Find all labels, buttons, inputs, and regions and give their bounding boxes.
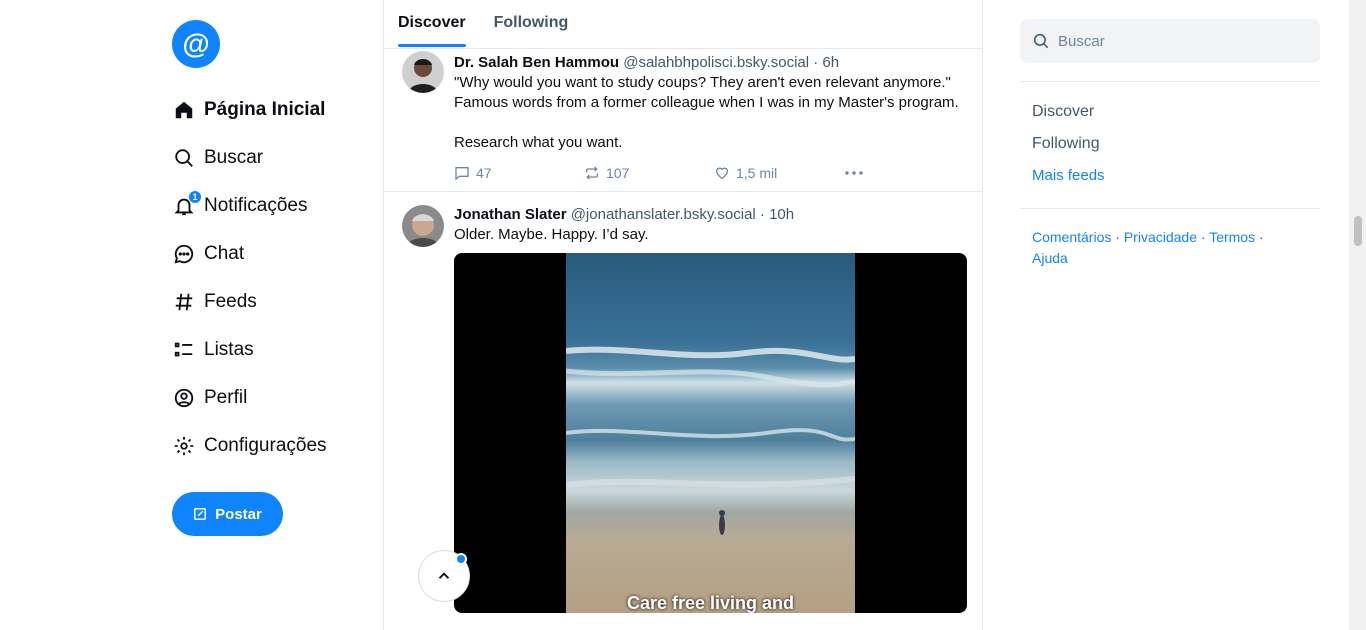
nav-item-search[interactable]: Buscar bbox=[172, 134, 372, 182]
post-button[interactable]: Postar bbox=[172, 492, 283, 536]
footer-separator: · bbox=[1258, 229, 1264, 245]
nav-label-notifications: Notificações bbox=[204, 195, 308, 216]
reply-count: 47 bbox=[476, 165, 492, 181]
home-icon bbox=[172, 98, 196, 122]
video-player[interactable]: Care free living and bbox=[454, 253, 967, 613]
nav-label-feeds: Feeds bbox=[204, 291, 257, 312]
right-sidebar: Discover Following Mais feeds Comentário… bbox=[1020, 19, 1320, 287]
nav-list: Página Inicial Buscar 1 Notificações Cha… bbox=[172, 86, 372, 470]
repost-icon bbox=[586, 166, 598, 180]
bell-icon: 1 bbox=[172, 190, 202, 218]
gear-icon bbox=[172, 434, 196, 458]
post-button-label: Postar bbox=[215, 505, 262, 523]
author-name[interactable]: Dr. Salah Ben Hammou bbox=[454, 54, 619, 71]
avatar[interactable] bbox=[402, 51, 444, 93]
footer-links: Comentários · Privacidade · Termos · Aju… bbox=[1020, 209, 1320, 287]
nav-label-settings: Configurações bbox=[204, 435, 327, 456]
reply-button[interactable]: 47 bbox=[454, 165, 584, 181]
search-icon bbox=[1033, 33, 1049, 49]
more-options-button[interactable] bbox=[844, 165, 870, 181]
feed-links: Discover Following Mais feeds bbox=[1020, 82, 1320, 192]
like-count: 1,5 mil bbox=[736, 165, 778, 181]
ellipsis-icon bbox=[845, 171, 863, 175]
nav-item-chat[interactable]: Chat bbox=[172, 230, 372, 278]
hash-icon bbox=[172, 290, 196, 314]
post-header: Jonathan Slater @jonathanslater.bsky.soc… bbox=[454, 205, 966, 225]
post-header: Dr. Salah Ben Hammou @salahbhpolisci.bsk… bbox=[454, 53, 966, 73]
more-feeds-link[interactable]: Mais feeds bbox=[1032, 160, 1308, 192]
scrollbar-thumb[interactable] bbox=[1354, 216, 1362, 246]
author-name[interactable]: Jonathan Slater bbox=[454, 206, 567, 223]
video-caption: Care free living and bbox=[626, 593, 795, 613]
video-frame bbox=[566, 253, 855, 613]
compose-icon bbox=[194, 508, 207, 520]
nav-item-home[interactable]: Página Inicial bbox=[172, 86, 372, 134]
author-handle[interactable]: @jonathanslater.bsky.social bbox=[571, 206, 756, 223]
heart-icon bbox=[715, 167, 729, 180]
tab-discover[interactable]: Discover bbox=[398, 0, 466, 48]
feed-link-discover[interactable]: Discover bbox=[1032, 96, 1308, 128]
search-input[interactable] bbox=[1058, 32, 1298, 50]
profile-icon bbox=[172, 386, 196, 410]
repost-button[interactable]: 107 bbox=[584, 165, 714, 181]
feed-link-following[interactable]: Following bbox=[1032, 128, 1308, 160]
feed-column: Discover Following Dr. Salah Ben Hammou … bbox=[383, 0, 983, 630]
reply-icon bbox=[455, 167, 469, 181]
page-scrollbar[interactable] bbox=[1349, 0, 1366, 630]
avatar[interactable] bbox=[402, 205, 444, 247]
bluesky-logo[interactable]: @ bbox=[172, 20, 220, 68]
nav-label-lists: Listas bbox=[204, 339, 254, 360]
post-text: Older. Maybe. Happy. I’d say. bbox=[454, 226, 649, 243]
repost-count: 107 bbox=[606, 165, 630, 181]
scroll-to-top-button[interactable] bbox=[418, 550, 470, 602]
post-text: "Why would you want to study coups? They… bbox=[454, 74, 959, 151]
new-posts-indicator bbox=[455, 553, 467, 565]
post-time[interactable]: · 6h bbox=[813, 54, 839, 71]
feed-post[interactable]: Jonathan Slater @jonathanslater.bsky.soc… bbox=[384, 192, 982, 613]
search-icon bbox=[172, 146, 196, 170]
post-time[interactable]: · 10h bbox=[760, 206, 794, 223]
like-button[interactable]: 1,5 mil bbox=[714, 165, 844, 181]
search-box[interactable] bbox=[1020, 19, 1320, 63]
footer-link-feedback[interactable]: Comentários bbox=[1032, 229, 1111, 245]
tab-following[interactable]: Following bbox=[494, 0, 569, 48]
author-handle[interactable]: @salahbhpolisci.bsky.social bbox=[623, 54, 809, 71]
footer-link-help[interactable]: Ajuda bbox=[1032, 250, 1068, 266]
nav-label-home: Página Inicial bbox=[204, 99, 326, 120]
nav-label-search: Buscar bbox=[204, 147, 264, 168]
footer-separator: · bbox=[1200, 229, 1206, 245]
chevron-up-icon bbox=[438, 572, 450, 579]
nav-label-profile: Perfil bbox=[204, 387, 248, 408]
list-icon bbox=[172, 338, 196, 362]
footer-link-privacy[interactable]: Privacidade bbox=[1124, 229, 1197, 245]
footer-separator: · bbox=[1115, 229, 1120, 245]
nav-item-notifications[interactable]: 1 Notificações bbox=[172, 182, 372, 230]
notification-badge: 1 bbox=[188, 190, 202, 204]
nav-item-settings[interactable]: Configurações bbox=[172, 422, 372, 470]
post-actions: 47 107 1,5 mil bbox=[454, 155, 966, 191]
nav-item-profile[interactable]: Perfil bbox=[172, 374, 372, 422]
nav-label-chat: Chat bbox=[204, 243, 245, 264]
footer-link-terms[interactable]: Termos bbox=[1209, 229, 1255, 245]
feed-tabs: Discover Following bbox=[384, 0, 982, 49]
chat-icon bbox=[172, 242, 196, 266]
feed-post[interactable]: Dr. Salah Ben Hammou @salahbhpolisci.bsk… bbox=[384, 49, 982, 192]
nav-item-lists[interactable]: Listas bbox=[172, 326, 372, 374]
nav-item-feeds[interactable]: Feeds bbox=[172, 278, 372, 326]
left-sidebar: @ Página Inicial Buscar 1 Notificações C… bbox=[172, 20, 372, 536]
